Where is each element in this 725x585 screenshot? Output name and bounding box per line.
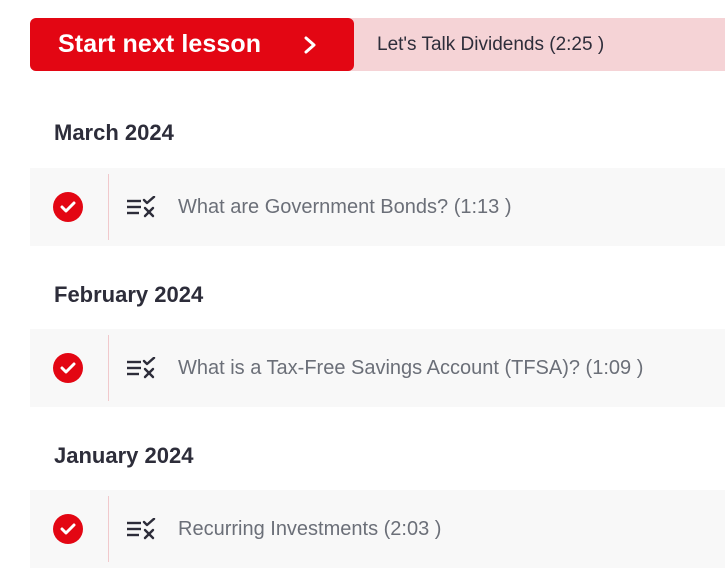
start-next-lesson-label: Start next lesson: [58, 30, 262, 58]
month-heading-march-2024: March 2024: [54, 120, 174, 145]
month-heading-january-2024: January 2024: [54, 443, 194, 468]
start-next-lesson-button[interactable]: Start next lesson: [30, 18, 354, 71]
lesson-row[interactable]: What is a Tax-Free Savings Account (TFSA…: [30, 329, 725, 407]
lesson-row[interactable]: What are Government Bonds? (1:13 ): [30, 168, 725, 246]
check-circle-icon: [53, 192, 83, 222]
next-lesson-banner: Start next lesson Let's Talk Dividends (…: [30, 18, 725, 71]
lesson-title: Recurring Investments (2:03 ): [178, 518, 442, 540]
lesson-title: What is a Tax-Free Savings Account (TFSA…: [178, 357, 644, 379]
chevron-right-icon: [304, 36, 316, 54]
row-divider: [108, 335, 109, 401]
row-divider: [108, 496, 109, 562]
quiz-list-icon: [127, 196, 156, 218]
month-heading-february-2024: February 2024: [54, 282, 204, 307]
lesson-row[interactable]: Recurring Investments (2:03 ): [30, 490, 725, 568]
row-divider: [108, 174, 109, 240]
quiz-list-icon: [127, 357, 156, 379]
quiz-list-icon: [127, 518, 156, 540]
check-circle-icon: [53, 514, 83, 544]
check-circle-icon: [53, 353, 83, 383]
next-lesson-title[interactable]: Let's Talk Dividends (2:25 ): [377, 18, 604, 71]
lesson-title: What are Government Bonds? (1:13 ): [178, 196, 512, 218]
